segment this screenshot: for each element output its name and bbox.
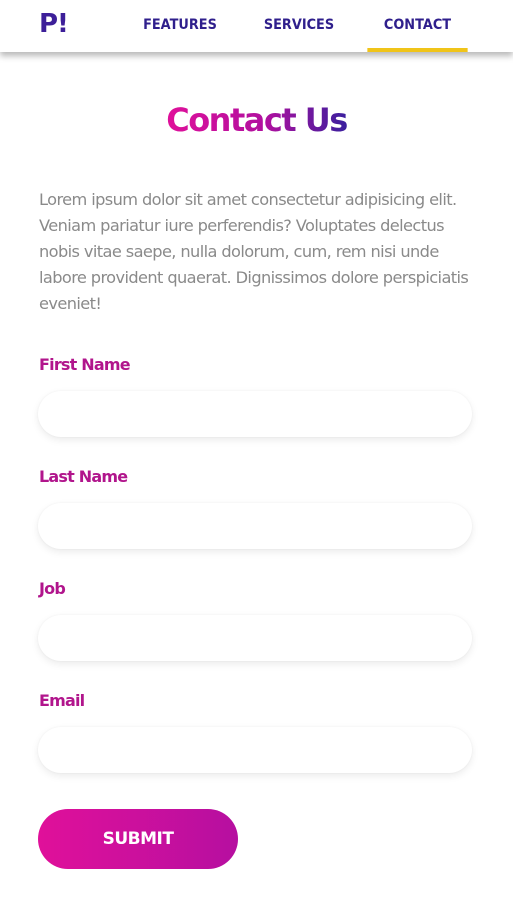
logo[interactable]: P! <box>39 9 69 39</box>
first-name-label: First Name <box>39 355 131 374</box>
nav-link-contact[interactable]: CONTACT <box>367 0 468 52</box>
last-name-input[interactable] <box>38 503 472 549</box>
navbar: P! FEATURES SERVICES CONTACT <box>0 0 513 52</box>
page-title: Contact Us <box>0 96 513 144</box>
intro-paragraph: Lorem ipsum dolor sit amet consectetur a… <box>39 190 469 313</box>
email-input[interactable] <box>38 727 472 773</box>
nav-link-services[interactable]: SERVICES <box>261 0 336 52</box>
submit-button[interactable]: SUBMIT <box>38 809 238 869</box>
job-input[interactable] <box>38 615 472 661</box>
job-label: Job <box>39 579 66 598</box>
page-title-text: Contact Us <box>166 101 348 139</box>
first-name-input[interactable] <box>38 391 472 437</box>
last-name-label: Last Name <box>39 467 128 486</box>
email-label: Email <box>39 691 85 710</box>
nav-link-features[interactable]: FEATURES <box>140 0 221 52</box>
